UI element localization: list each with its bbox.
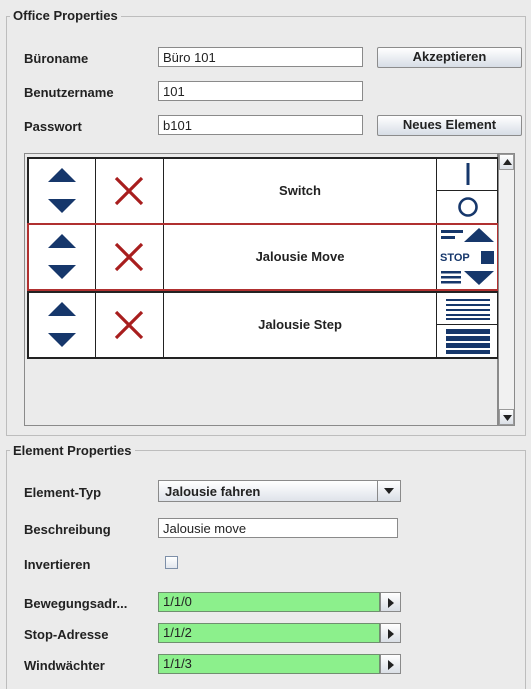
list-item-name: Jalousie Move (255, 249, 345, 264)
password-label: Passwort (24, 119, 82, 134)
move-up-icon[interactable] (47, 167, 77, 183)
switch-on-off-icon (436, 159, 498, 223)
new-element-button[interactable]: Neues Element (377, 115, 522, 136)
description-label: Beschreibung (24, 522, 111, 537)
wind-guard-picker-button[interactable] (380, 654, 401, 674)
office-name-label: Büroname (24, 51, 89, 66)
invert-label: Invertieren (24, 557, 91, 572)
chevron-right-icon (388, 629, 394, 639)
move-down-icon[interactable] (47, 332, 77, 348)
password-field[interactable] (158, 115, 363, 135)
stop-address-picker-button[interactable] (380, 623, 401, 643)
wind-guard-label: Windwächter (24, 658, 105, 673)
chevron-down-icon (503, 415, 512, 421)
delete-x-icon[interactable] (113, 175, 145, 207)
office-properties-title: Office Properties (10, 9, 121, 23)
list-item-name: Jalousie Step (258, 317, 342, 332)
scroll-down-button[interactable] (499, 409, 514, 425)
wind-guard-field[interactable]: 1/1/3 (158, 654, 380, 674)
chevron-right-icon (388, 660, 394, 670)
delete-cell (95, 225, 164, 289)
element-type-select[interactable]: Jalousie fahren (158, 480, 401, 502)
accept-button[interactable]: Akzeptieren (377, 47, 522, 68)
move-up-down-buttons (29, 159, 96, 223)
username-label: Benutzername (24, 85, 114, 100)
description-field[interactable] (158, 518, 398, 538)
move-down-icon[interactable] (47, 198, 77, 214)
stop-address-label: Stop-Adresse (24, 627, 109, 642)
move-address-picker-button[interactable] (380, 592, 401, 612)
jalousie-step-icon (436, 293, 498, 357)
delete-x-icon[interactable] (113, 241, 145, 273)
list-item-jalousie-step[interactable]: Jalousie Step (27, 291, 499, 359)
element-properties-title: Element Properties (10, 444, 135, 458)
move-up-down-buttons (29, 225, 96, 289)
move-address-field[interactable]: 1/1/0 (158, 592, 380, 612)
chevron-up-icon (503, 159, 512, 165)
element-type-value: Jalousie fahren (165, 484, 261, 499)
move-up-down-buttons (29, 293, 96, 357)
element-list-scrollbar[interactable] (498, 153, 515, 426)
stop-icon-text: STOP (440, 252, 470, 264)
delete-x-icon[interactable] (113, 309, 145, 341)
chevron-down-icon (384, 488, 394, 494)
move-up-icon[interactable] (47, 301, 77, 317)
element-type-label: Element-Typ (24, 485, 102, 500)
element-type-dropdown-button[interactable] (377, 481, 400, 501)
list-item-switch[interactable]: Switch (27, 157, 499, 225)
list-item-jalousie-move[interactable]: Jalousie Move STOP (27, 223, 499, 291)
scroll-up-button[interactable] (499, 154, 514, 170)
jalousie-move-icon: STOP (436, 225, 498, 289)
chevron-right-icon (388, 598, 394, 608)
office-name-field[interactable] (158, 47, 363, 67)
username-field[interactable] (158, 81, 363, 101)
move-address-label: Bewegungsadr... (24, 596, 128, 611)
delete-cell (95, 159, 164, 223)
delete-cell (95, 293, 164, 357)
move-up-icon[interactable] (47, 233, 77, 249)
stop-address-field[interactable]: 1/1/2 (158, 623, 380, 643)
element-list[interactable]: Switch Jalousie Move STOP Jalousie Step (24, 153, 499, 426)
list-item-name: Switch (279, 183, 321, 198)
move-down-icon[interactable] (47, 264, 77, 280)
invert-checkbox[interactable] (165, 556, 178, 569)
